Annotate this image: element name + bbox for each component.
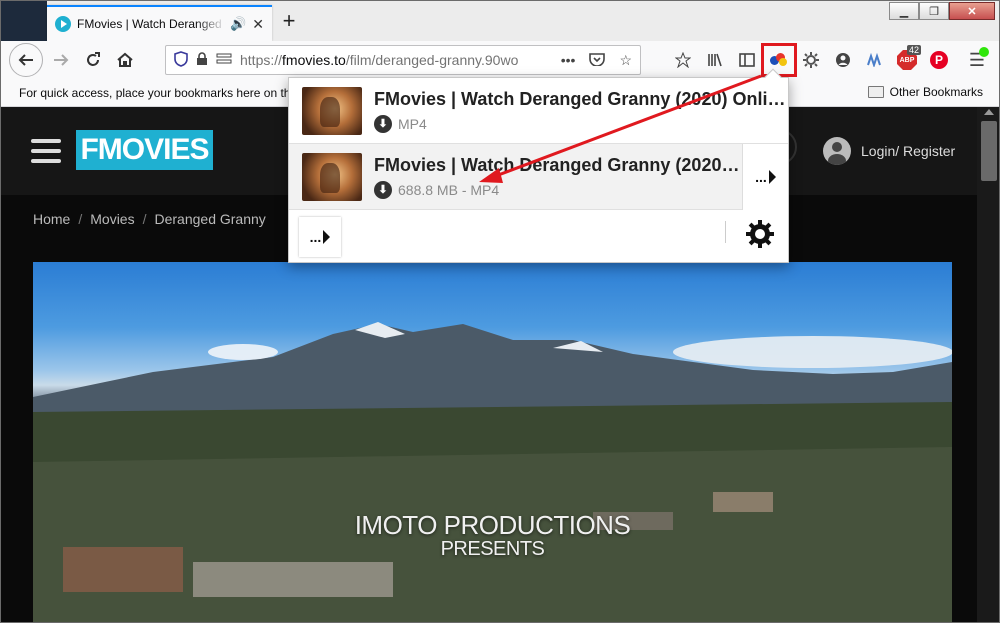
download-icon: ⬇ — [374, 180, 392, 199]
permissions-icon[interactable] — [216, 52, 232, 69]
popup-footer: ... — [289, 211, 788, 263]
minimize-button[interactable]: ▁ — [889, 2, 919, 20]
tab-strip-left — [1, 1, 47, 41]
arrow-right-icon — [54, 54, 69, 66]
other-bookmarks-label: Other Bookmarks — [889, 85, 983, 99]
forward-button[interactable] — [47, 46, 75, 74]
login-register-link[interactable]: Login/ Register — [823, 137, 955, 165]
page-scrollbar[interactable] — [977, 107, 999, 622]
other-bookmarks-button[interactable]: Other Bookmarks — [867, 85, 983, 99]
expand-triangle-icon — [323, 230, 331, 244]
update-badge-icon — [979, 47, 989, 57]
download-item-meta: 688.8 MB - MP4 — [398, 181, 500, 198]
download-item-text: FMovies | Watch Deranged Granny (2020) O… — [374, 89, 788, 133]
video-thumbnail — [302, 86, 362, 135]
bookmark-star-icon[interactable]: ☆ — [619, 52, 632, 69]
list-menu-icon — [31, 139, 61, 163]
download-item[interactable]: FMovies | Watch Deranged Granny (2020) O… — [289, 78, 788, 144]
pinterest-icon[interactable]: P — [923, 45, 955, 75]
more-dots-icon: ... — [309, 229, 322, 245]
download-item-meta: MP4 — [398, 115, 427, 132]
breadcrumb-current: Deranged Granny — [154, 211, 266, 227]
video-downloader-extension-icon[interactable] — [761, 43, 797, 77]
bookmarks-toolbar-star-icon[interactable] — [667, 45, 699, 75]
menu-button[interactable]: ☰ — [961, 45, 993, 75]
speaker-icon[interactable]: 🔊 — [230, 16, 246, 32]
video-player[interactable]: IMOTO PRODUCTIONS PRESENTS — [33, 262, 952, 622]
download-item-meta-row: ⬇ MP4 — [374, 114, 788, 133]
tab-fmovies[interactable]: FMovies | Watch Deranged Granny (2020) O… — [47, 5, 272, 41]
back-button[interactable] — [9, 43, 43, 77]
actions-more-button[interactable]: ... — [299, 217, 341, 257]
window-controls: ▁ ❐ ✕ — [889, 2, 995, 20]
toolbar-icons: ABP 42 P ☰ — [667, 43, 993, 77]
nav-bar: https://fmovies.to/film/deranged-granny.… — [1, 41, 999, 79]
home-button[interactable] — [111, 46, 139, 74]
url-text: https://fmovies.to/film/deranged-granny.… — [240, 52, 519, 68]
adblock-plus-icon[interactable]: ABP 42 — [891, 45, 923, 75]
credit-line-1: IMOTO PRODUCTIONS — [354, 510, 631, 540]
lock-icon[interactable] — [196, 51, 208, 69]
tab-close-icon[interactable]: ✕ — [252, 16, 264, 33]
pocket-icon[interactable] — [589, 52, 606, 69]
download-item-title: FMovies | Watch Deranged Granny (2020) O… — [374, 154, 742, 175]
home-icon — [117, 52, 133, 67]
footer-divider — [725, 221, 726, 243]
video-frame-mountain-image — [33, 322, 952, 622]
download-item[interactable]: FMovies | Watch Deranged Granny (2020) O… — [289, 143, 788, 210]
breadcrumb-movies[interactable]: Movies — [90, 211, 134, 227]
user-avatar-icon — [823, 137, 851, 165]
breadcrumb-home[interactable]: Home — [33, 211, 70, 227]
download-icon: ⬇ — [374, 114, 392, 133]
new-tab-button[interactable]: + — [277, 9, 301, 33]
site-menu-button[interactable] — [31, 139, 61, 163]
video-thumbnail — [302, 152, 362, 201]
download-popup: FMovies | Watch Deranged Granny (2020) O… — [288, 68, 789, 263]
breadcrumb-separator: / — [142, 211, 147, 227]
adblock-badge: 42 — [906, 45, 921, 55]
reload-button[interactable] — [79, 46, 107, 74]
login-label: Login/ Register — [861, 143, 956, 159]
ext-balls-icon — [770, 53, 788, 67]
expand-triangle-icon — [768, 169, 776, 184]
bookmarks-hint: For quick access, place your bookmarks h… — [19, 85, 298, 100]
download-item-text: FMovies | Watch Deranged Granny (2020) O… — [374, 155, 742, 199]
fmovies-favicon-icon — [55, 16, 71, 32]
page-actions-icon[interactable]: ••• — [561, 52, 576, 68]
item-more-button[interactable]: ... — [742, 143, 788, 210]
tab-strip: FMovies | Watch Deranged Granny (2020) O… — [1, 1, 999, 41]
scroll-up-arrow-icon[interactable] — [984, 109, 994, 115]
url-actions: ••• ☆ — [561, 52, 632, 69]
close-button[interactable]: ✕ — [949, 2, 995, 20]
account-icon[interactable] — [827, 45, 859, 75]
video-credit-text: IMOTO PRODUCTIONS PRESENTS — [33, 510, 952, 561]
more-dots-icon: ... — [755, 168, 767, 185]
site-logo[interactable]: FMOVIES — [76, 130, 213, 170]
download-item-meta-row: ⬇ 688.8 MB - MP4 — [374, 180, 742, 199]
tampermonkey-icon[interactable] — [859, 45, 891, 75]
download-item-title: FMovies | Watch Deranged Granny (2020) O… — [374, 88, 788, 109]
sidebar-icon[interactable] — [731, 45, 763, 75]
url-bar[interactable]: https://fmovies.to/film/deranged-granny.… — [165, 45, 641, 75]
shield-icon[interactable] — [174, 50, 188, 70]
breadcrumb: Home / Movies / Deranged Granny — [33, 211, 266, 227]
tab-title: FMovies | Watch Deranged Granny (2020) O… — [77, 17, 226, 31]
maximize-button[interactable]: ❐ — [919, 2, 949, 20]
credit-line-2: PRESENTS — [440, 538, 545, 561]
gear-extension-icon[interactable] — [795, 45, 827, 75]
folder-icon — [867, 86, 884, 98]
library-icon[interactable] — [699, 45, 731, 75]
scroll-thumb[interactable] — [981, 121, 997, 181]
reload-icon — [87, 52, 100, 66]
browser-window: FMovies | Watch Deranged Granny (2020) O… — [0, 0, 1000, 623]
settings-gear-icon[interactable] — [745, 219, 775, 249]
arrow-left-icon — [18, 54, 33, 66]
breadcrumb-separator: / — [78, 211, 83, 227]
